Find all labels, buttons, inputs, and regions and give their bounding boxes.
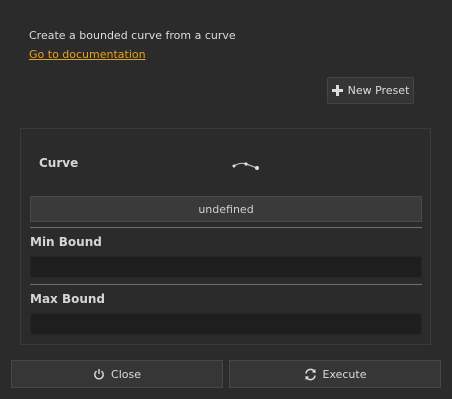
power-icon bbox=[93, 368, 105, 380]
plus-icon bbox=[331, 85, 343, 96]
close-label: Close bbox=[111, 367, 141, 381]
curve-label: Curve bbox=[39, 156, 79, 170]
min-bound-input[interactable] bbox=[30, 256, 422, 278]
curve-select-icon[interactable] bbox=[232, 157, 260, 176]
refresh-icon bbox=[304, 368, 317, 381]
documentation-link[interactable]: Go to documentation bbox=[29, 48, 146, 61]
max-bound-label: Max Bound bbox=[30, 292, 106, 306]
curve-selection-button[interactable]: undefined bbox=[30, 196, 422, 222]
divider bbox=[30, 227, 422, 228]
close-button[interactable]: Close bbox=[11, 360, 223, 388]
execute-button[interactable]: Execute bbox=[229, 360, 441, 388]
execute-label: Execute bbox=[322, 367, 367, 381]
min-bound-label: Min Bound bbox=[30, 235, 102, 249]
new-preset-button[interactable]: New Preset bbox=[327, 77, 414, 104]
divider bbox=[30, 284, 422, 285]
component-description: Create a bounded curve from a curve bbox=[29, 29, 236, 42]
new-preset-label: New Preset bbox=[347, 84, 410, 97]
parameters-panel: Curve undefined Min Bound Max Bound bbox=[20, 128, 431, 345]
max-bound-input[interactable] bbox=[30, 313, 422, 335]
